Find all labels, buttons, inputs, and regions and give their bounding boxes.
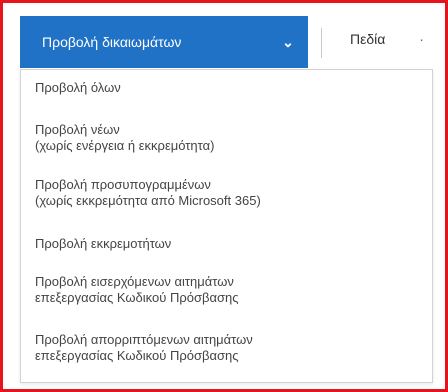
menu-item-view-new[interactable]: Προβολή νέων (χωρίς ενέργεια ή εκκρεμότη… bbox=[21, 122, 432, 154]
chevron-down-icon: ⌄ bbox=[282, 33, 294, 50]
menu-item-sublabel: επεξεργασίας Κωδικού Πρόσβασης bbox=[35, 348, 239, 363]
fields-button[interactable]: Πεδία · bbox=[350, 31, 424, 47]
menu-item-label: Προβολή όλων bbox=[35, 80, 121, 95]
menu-item-label: Προβολή απορριπτόμενων αιτημάτων bbox=[35, 332, 253, 347]
menu-item-label: Προβολή νέων bbox=[35, 122, 120, 137]
view-selector-label: Προβολή δικαιωμάτων bbox=[42, 34, 182, 50]
view-selector-button[interactable]: Προβολή δικαιωμάτων ⌄ bbox=[20, 16, 308, 68]
menu-item-sublabel: (χωρίς εκκρεμότητα από Microsoft 365) bbox=[35, 193, 261, 208]
menu-item-label: Προβολή προσυπογραμμένων bbox=[35, 177, 211, 192]
menu-item-view-presigned[interactable]: Προβολή προσυπογραμμένων (χωρίς εκκρεμότ… bbox=[21, 177, 432, 209]
menu-item-view-rejected-requests[interactable]: Προβολή απορριπτόμενων αιτημάτων επεξεργ… bbox=[21, 332, 432, 364]
menu-item-sublabel: (χωρίς ενέργεια ή εκκρεμότητα) bbox=[35, 138, 215, 153]
more-icon: · bbox=[419, 31, 424, 47]
menu-item-view-incoming-requests[interactable]: Προβολή εισερχόμενων αιτημάτων επεξεργασ… bbox=[21, 274, 432, 306]
menu-item-label: Προβολή εισερχόμενων αιτημάτων bbox=[35, 274, 234, 289]
toolbar-divider bbox=[321, 28, 322, 58]
screenshot-frame: Προβολή δικαιωμάτων ⌄ Πεδία · Προβολή όλ… bbox=[0, 0, 448, 392]
view-dropdown-menu: Προβολή όλων Προβολή νέων (χωρίς ενέργει… bbox=[20, 69, 433, 383]
menu-item-label: Προβολή εκκρεμοτήτων bbox=[35, 236, 172, 251]
toolbar: Προβολή δικαιωμάτων ⌄ Πεδία · bbox=[3, 3, 445, 71]
menu-item-view-pending[interactable]: Προβολή εκκρεμοτήτων bbox=[21, 236, 432, 252]
fields-label: Πεδία bbox=[350, 31, 386, 47]
menu-item-view-all[interactable]: Προβολή όλων bbox=[21, 80, 432, 96]
menu-item-sublabel: επεξεργασίας Κωδικού Πρόσβασης bbox=[35, 290, 239, 305]
